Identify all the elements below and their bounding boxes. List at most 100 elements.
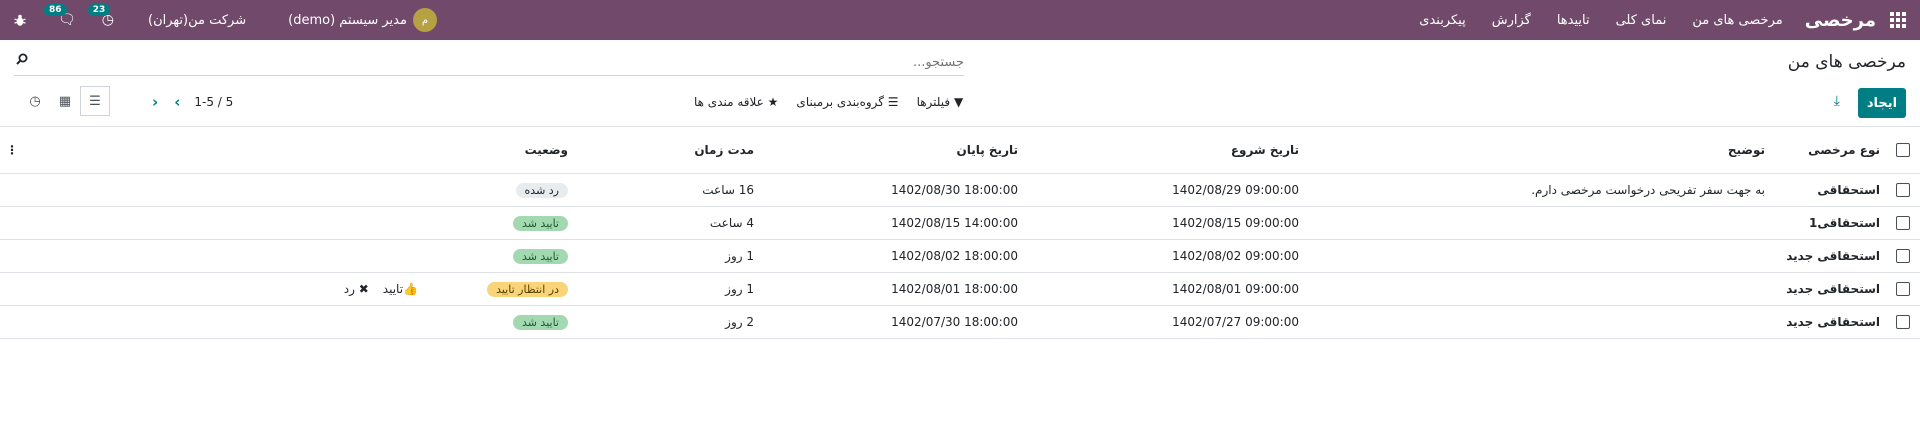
refuse-button[interactable]: ✖ رد [344, 282, 369, 296]
activity-count-badge: 23 [87, 4, 111, 16]
cell-leave-type: استحقاقی جدید [1771, 272, 1886, 306]
cell-duration: 1 روز [574, 239, 760, 273]
activity-menu[interactable]: ◷ 23 [87, 4, 114, 28]
cell-end-date: 1402/08/30 18:00:00 [760, 173, 1024, 207]
create-button[interactable]: ایجاد [1858, 88, 1906, 118]
status-badge: در انتظار تایید [487, 281, 568, 297]
view-switcher: ◷ ▦ ☰ [20, 86, 110, 116]
cell-duration: 1 روز [574, 272, 760, 306]
cell-description: به جهت سفر تفریحی درخواست مرخصی دارم. [1305, 173, 1771, 207]
list-view-icon[interactable]: ☰ [80, 86, 110, 116]
messaging-menu[interactable]: 🗨 86 [44, 4, 76, 28]
cell-state: تایید شد [424, 206, 574, 240]
status-badge: تایید شد [512, 215, 568, 231]
messages-count-badge: 86 [44, 4, 67, 16]
row-select-cell [1886, 206, 1920, 240]
pager-value[interactable]: 1-5 / 5 [194, 95, 233, 109]
menu-configuration[interactable]: پیکربندی [1419, 13, 1465, 28]
row-checkbox[interactable] [1896, 249, 1910, 264]
app-brand[interactable]: مرخصی [1805, 10, 1876, 31]
select-all-checkbox[interactable] [1896, 143, 1910, 158]
row-select-cell [1886, 272, 1920, 306]
cell-spacer [0, 206, 24, 240]
navbar-main: مرخصی مرخصی های من نمای کلی تاییدها گزار… [1393, 0, 1920, 40]
page-title: مرخصی های من [1787, 52, 1906, 72]
download-icon[interactable]: ⤓ [1834, 93, 1840, 109]
cell-spacer [0, 173, 24, 207]
cell-end-date: 1402/08/02 18:00:00 [760, 239, 1024, 273]
header-start-date[interactable]: تاریخ شروع [1024, 126, 1305, 174]
table-row[interactable]: استحقاقی جدید 1402/07/27 09:00:00 1402/07/… [0, 305, 1920, 339]
kanban-view-icon[interactable]: ▦ [50, 86, 80, 116]
search-bar [14, 50, 964, 76]
menu-approvals[interactable]: تاییدها [1557, 13, 1590, 28]
table-header-row: نوع مرخصی توضیح تاریخ شروع تاریخ پایان م… [0, 126, 1920, 174]
row-checkbox[interactable] [1896, 282, 1910, 297]
cell-state: در انتظار تایید [424, 272, 574, 306]
navbar-systray: م مدیر سیستم (demo) شرکت من(تهران) ◷ 23 … [14, 0, 437, 40]
cell-start-date: 1402/08/29 09:00:00 [1024, 173, 1305, 207]
cell-leave-type: استحقاقی جدید [1771, 305, 1886, 339]
cell-description [1305, 239, 1771, 273]
pager-next-icon[interactable]: ‹ [152, 93, 158, 111]
row-checkbox[interactable] [1896, 315, 1910, 330]
pager: 1-5 / 5 › ‹ [136, 92, 233, 112]
filters-dropdown[interactable]: ▼ فیلترها [917, 95, 964, 109]
cell-spacer [0, 272, 24, 306]
menu-my-leaves[interactable]: مرخصی های من [1692, 13, 1782, 28]
row-select-cell [1886, 239, 1920, 273]
table-row[interactable]: استحقاقی جدید 1402/08/01 09:00:00 1402/08/… [0, 272, 1920, 306]
menu-reporting[interactable]: گزارش [1492, 13, 1531, 28]
leave-table: نوع مرخصی توضیح تاریخ شروع تاریخ پایان م… [0, 126, 1920, 339]
end-date-value: 1402/08/02 18:00:00 [891, 249, 1018, 263]
header-leave-type[interactable]: نوع مرخصی [1771, 126, 1886, 174]
user-name: مدیر سیستم (demo) [288, 12, 407, 28]
cell-start-date: 1402/08/01 09:00:00 [1024, 272, 1305, 306]
status-badge: تایید شد [512, 248, 568, 264]
header-end-date[interactable]: تاریخ پایان [760, 126, 1024, 174]
activity-view-icon[interactable]: ◷ [20, 86, 50, 116]
end-date-value: 1402/08/30 18:00:00 [891, 183, 1018, 197]
search-input[interactable] [44, 52, 964, 72]
cell-start-date: 1402/07/27 09:00:00 [1024, 305, 1305, 339]
search-icon[interactable] [16, 53, 28, 65]
header-state[interactable]: وضعیت [424, 126, 574, 174]
cell-description [1305, 272, 1771, 306]
cell-leave-type: استحقاقی1 [1771, 206, 1886, 240]
pager-previous-icon[interactable]: › [174, 93, 180, 111]
cell-actions [24, 173, 424, 207]
close-icon: ✖ [358, 282, 369, 296]
cell-actions: 👍تایید ✖ رد [24, 272, 424, 306]
refuse-label: رد [343, 282, 355, 296]
header-description[interactable]: توضیح [1305, 126, 1771, 174]
cell-end-date: 1402/08/01 18:00:00 [760, 272, 1024, 306]
approve-button[interactable]: 👍تایید [383, 282, 418, 296]
end-date-value: 1402/08/15 14:00:00 [891, 216, 1018, 230]
menu-overview[interactable]: نمای کلی [1616, 13, 1667, 28]
end-date-value: 1402/07/30 18:00:00 [891, 315, 1018, 329]
row-checkbox[interactable] [1896, 216, 1910, 231]
cell-actions [24, 239, 424, 273]
table-row[interactable]: استحقاقی به جهت سفر تفریحی درخواست مرخصی … [0, 173, 1920, 207]
start-date-value: 1402/08/29 09:00:00 [1172, 183, 1299, 197]
cell-leave-type: استحقاقی [1771, 173, 1886, 207]
cell-end-date: 1402/08/15 14:00:00 [760, 206, 1024, 240]
user-menu[interactable]: م مدیر سیستم (demo) [288, 8, 437, 32]
favorites-label: علاقه مندی ها [694, 95, 764, 109]
table-row[interactable]: استحقاقی جدید 1402/08/02 09:00:00 1402/08/… [0, 239, 1920, 273]
groupby-dropdown[interactable]: ☰ گروه‌بندی برمبنای [796, 95, 898, 109]
row-select-cell [1886, 173, 1920, 207]
company-switcher[interactable]: شرکت من(تهران) [148, 13, 246, 28]
navbar-menu: مرخصی های من نمای کلی تاییدها گزارش پیکر… [1393, 13, 1782, 28]
optional-columns-icon[interactable]: ⋮ [0, 126, 24, 174]
header-duration[interactable]: مدت زمان [574, 126, 760, 174]
app-menu-icon[interactable] [1876, 0, 1920, 40]
cell-duration: 2 روز [574, 305, 760, 339]
cell-end-date: 1402/07/30 18:00:00 [760, 305, 1024, 339]
debug-menu[interactable] [14, 14, 26, 27]
favorites-dropdown[interactable]: ★ علاقه مندی ها [694, 95, 778, 109]
cell-description [1305, 305, 1771, 339]
table-row[interactable]: استحقاقی1 1402/08/15 09:00:00 1402/08/15 1… [0, 206, 1920, 240]
row-checkbox[interactable] [1896, 183, 1910, 198]
cell-actions [24, 206, 424, 240]
